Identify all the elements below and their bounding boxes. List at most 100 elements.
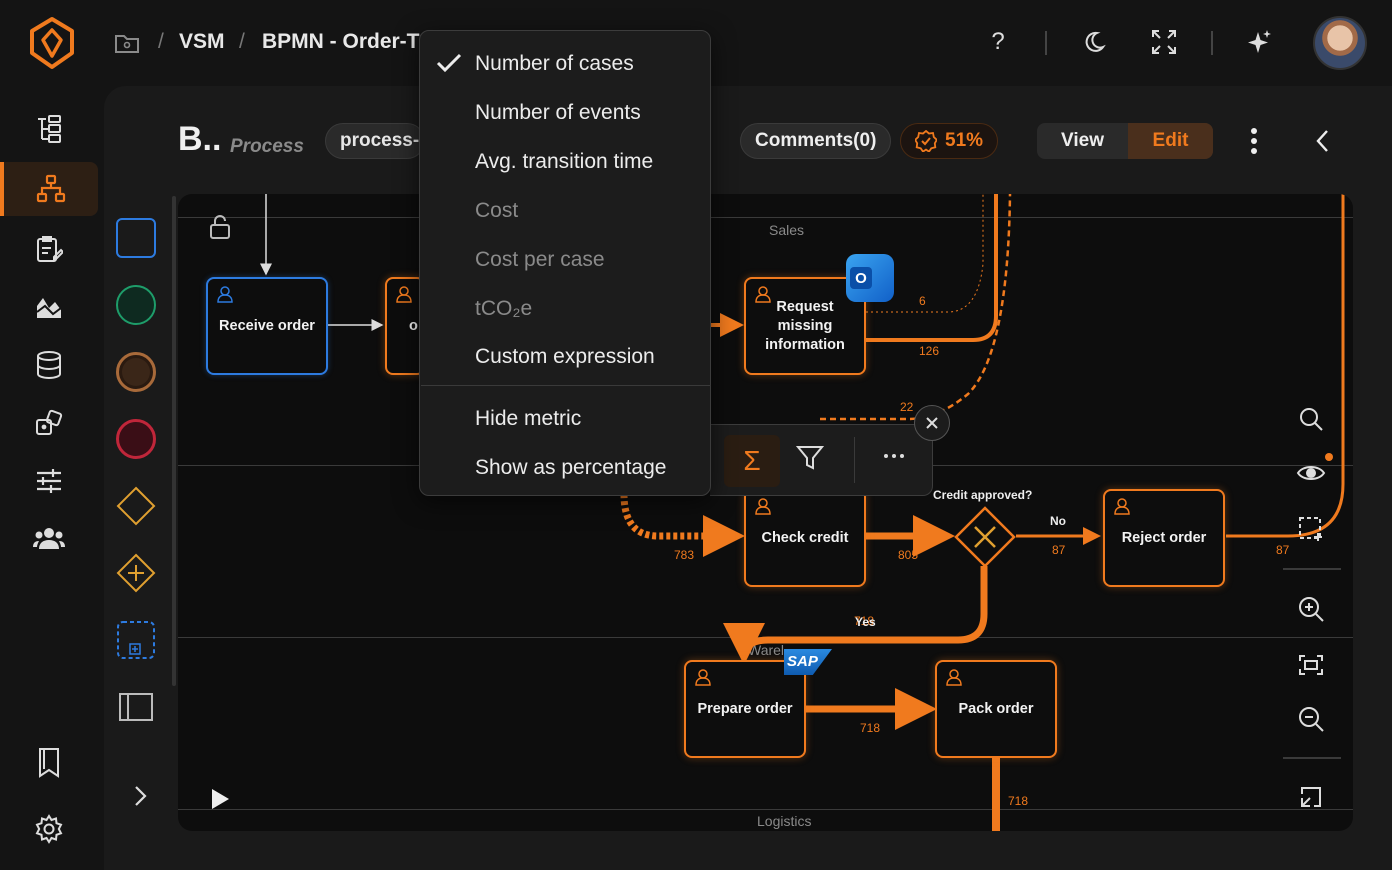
palette-intermediate-event-tool[interactable] bbox=[116, 352, 156, 392]
process-tag[interactable]: process- bbox=[325, 123, 425, 159]
nav-hierarchy-icon[interactable] bbox=[0, 102, 98, 156]
palette-exclusive-gateway-tool[interactable] bbox=[116, 486, 156, 531]
metric-dropdown-menu: Number of cases Number of events Avg. tr… bbox=[419, 30, 711, 496]
nav-settings-sliders-icon[interactable] bbox=[0, 454, 98, 508]
flow-count-label: 87 bbox=[1276, 543, 1290, 557]
expand-canvas-icon[interactable] bbox=[1294, 780, 1328, 814]
user-task-icon bbox=[754, 285, 772, 309]
flow-context-toolbar: Σ bbox=[710, 424, 933, 496]
menu-item-cost-per-case[interactable]: Cost per case bbox=[475, 248, 605, 272]
more-horizontal-icon[interactable] bbox=[882, 449, 906, 468]
nav-bookmark-icon[interactable] bbox=[0, 736, 98, 790]
nav-database-icon[interactable] bbox=[0, 338, 98, 392]
menu-item-custom-expression[interactable]: Custom expression bbox=[475, 345, 655, 369]
nav-users-icon[interactable] bbox=[0, 512, 98, 566]
menu-item-cost[interactable]: Cost bbox=[475, 199, 518, 223]
nav-settings-gear-icon[interactable] bbox=[0, 802, 98, 856]
zoom-out-icon[interactable] bbox=[1294, 702, 1328, 736]
gateway-label: Credit approved? bbox=[933, 488, 1033, 502]
metric-sigma-button[interactable]: Σ bbox=[724, 435, 780, 487]
gateway-credit-approved[interactable] bbox=[954, 506, 1016, 573]
ai-sparkle-icon[interactable] bbox=[1243, 26, 1275, 58]
task-receive-order[interactable]: Receive order bbox=[206, 277, 328, 375]
breadcrumb-vsm[interactable]: VSM bbox=[179, 30, 225, 54]
menu-item-tco2e[interactable]: tCO₂e bbox=[475, 297, 532, 321]
flow-count-label: 22 bbox=[900, 400, 914, 414]
close-toolbar-button[interactable] bbox=[914, 405, 950, 441]
gateway-branch-no: No bbox=[1050, 514, 1066, 528]
nav-simulation-icon[interactable] bbox=[0, 396, 98, 450]
app-logo-icon[interactable] bbox=[28, 16, 76, 75]
play-simulation-icon[interactable] bbox=[210, 788, 230, 815]
palette-end-event-tool[interactable] bbox=[116, 419, 156, 459]
verified-badge-icon bbox=[915, 130, 937, 152]
process-subtitle: Process bbox=[230, 136, 304, 157]
view-mode-button[interactable]: View bbox=[1037, 123, 1128, 159]
palette-pool-tool[interactable] bbox=[116, 690, 156, 729]
user-task-icon bbox=[216, 285, 234, 309]
process-canvas[interactable]: Sales Warel Logistics 6 126 22 783 805 8… bbox=[178, 194, 1353, 831]
menu-item-show-as-percentage[interactable]: Show as percentage bbox=[475, 456, 666, 480]
divider bbox=[1211, 31, 1213, 55]
flow-count-label: 718 bbox=[1008, 794, 1029, 808]
collapse-panel-icon[interactable] bbox=[1313, 128, 1333, 159]
breadcrumb-separator: / bbox=[158, 30, 164, 53]
checkmark-icon bbox=[436, 53, 462, 78]
expand-palette-icon[interactable] bbox=[130, 784, 150, 813]
palette-start-event-tool[interactable] bbox=[116, 285, 156, 325]
task-pack-order[interactable]: Pack order bbox=[935, 660, 1057, 758]
user-avatar[interactable] bbox=[1313, 16, 1367, 70]
zoom-in-icon[interactable] bbox=[1294, 592, 1328, 626]
menu-item-avg-transition-time[interactable]: Avg. transition time bbox=[475, 150, 653, 174]
comments-button[interactable]: Comments(0) bbox=[740, 123, 892, 159]
help-icon[interactable]: ? bbox=[982, 26, 1014, 58]
palette-scrollbar[interactable] bbox=[172, 196, 176, 686]
conformance-score-badge[interactable]: 51% bbox=[900, 123, 999, 159]
filter-icon[interactable] bbox=[795, 445, 825, 476]
flow-count-label: 783 bbox=[674, 548, 695, 562]
flow-count-label: 718 bbox=[860, 721, 881, 735]
palette-task-tool[interactable] bbox=[116, 218, 156, 258]
flow-count-label: 126 bbox=[919, 344, 940, 358]
user-task-icon bbox=[754, 497, 772, 521]
close-icon bbox=[926, 417, 938, 429]
select-area-icon[interactable] bbox=[1294, 512, 1328, 546]
divider bbox=[1283, 568, 1341, 570]
flow-count-label: 87 bbox=[1052, 543, 1066, 557]
view-edit-toggle: View Edit bbox=[1037, 123, 1213, 159]
menu-item-number-of-cases[interactable]: Number of cases bbox=[475, 52, 634, 76]
user-task-icon bbox=[1113, 497, 1131, 521]
nav-analytics-icon[interactable] bbox=[0, 280, 98, 334]
flow-count-label: 6 bbox=[919, 294, 926, 308]
nav-tasks-icon[interactable] bbox=[0, 222, 98, 276]
folder-icon[interactable] bbox=[114, 32, 140, 59]
palette-parallel-gateway-tool[interactable] bbox=[116, 553, 156, 598]
divider bbox=[1283, 757, 1341, 759]
notification-dot bbox=[1325, 453, 1333, 461]
left-navigation bbox=[0, 86, 104, 870]
nav-process-map-icon[interactable] bbox=[0, 162, 98, 216]
menu-divider bbox=[421, 385, 711, 386]
outlook-integration-icon: O bbox=[846, 254, 894, 302]
user-task-icon bbox=[945, 668, 963, 692]
search-icon[interactable] bbox=[1294, 402, 1328, 436]
menu-item-hide-metric[interactable]: Hide metric bbox=[475, 407, 581, 431]
flow-count-label: 805 bbox=[898, 548, 919, 562]
divider bbox=[1045, 31, 1047, 55]
breadcrumb-current[interactable]: BPMN - Order-T bbox=[262, 30, 420, 54]
fullscreen-icon[interactable] bbox=[1148, 26, 1180, 58]
user-task-icon bbox=[395, 285, 413, 309]
process-title[interactable]: B.. bbox=[178, 120, 221, 159]
menu-item-number-of-events[interactable]: Number of events bbox=[475, 101, 641, 125]
divider bbox=[854, 437, 855, 483]
task-reject-order[interactable]: Reject order bbox=[1103, 489, 1225, 587]
breadcrumb-separator: / bbox=[239, 30, 245, 53]
user-task-icon bbox=[694, 668, 712, 692]
palette-subprocess-tool[interactable] bbox=[116, 620, 156, 665]
fit-to-screen-icon[interactable] bbox=[1294, 648, 1328, 682]
task-check-credit[interactable]: Check credit bbox=[744, 489, 866, 587]
dark-mode-icon[interactable] bbox=[1078, 26, 1110, 58]
more-options-icon[interactable] bbox=[1244, 126, 1264, 161]
visibility-icon[interactable] bbox=[1294, 456, 1328, 490]
edit-mode-button[interactable]: Edit bbox=[1128, 123, 1213, 159]
